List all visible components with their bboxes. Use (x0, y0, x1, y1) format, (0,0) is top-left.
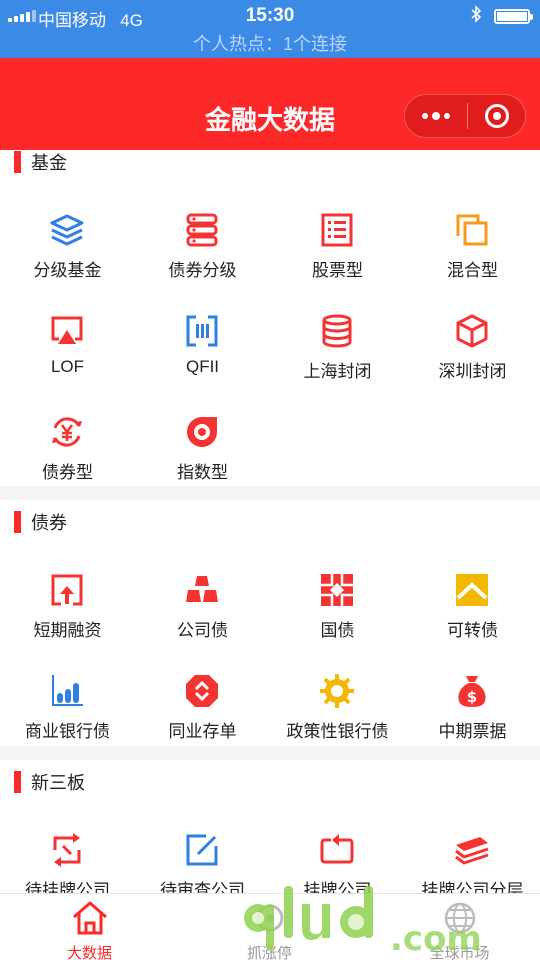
grid-item-label: 指数型 (177, 463, 228, 482)
grid-item-policy-bank-bond[interactable]: 政策性银行债 (270, 673, 405, 763)
upload-box-icon (51, 574, 83, 606)
grid-item-label: 挂牌公司 (303, 881, 372, 893)
grid-item-qfii[interactable]: QFII (135, 313, 270, 403)
globe-icon (444, 902, 476, 934)
section-marker (14, 151, 21, 173)
grid-item-interbank-cd[interactable]: 同业存单 (135, 673, 270, 763)
grid-item-listed-tiers[interactable]: 挂牌公司分层 (405, 832, 540, 893)
grid-item-label: 债券型 (42, 463, 93, 482)
yen-cycle-icon (52, 417, 82, 447)
grid-item-label: 国债 (320, 621, 355, 640)
close-miniprogram-icon[interactable] (468, 95, 525, 137)
bluetooth-icon (470, 5, 482, 28)
status-bar: 中国移动 4G 15:30 个人热点：1个连接 (0, 0, 540, 58)
grid-item-commercial-bank-bond[interactable]: 商业银行债 (0, 673, 135, 763)
tab-bar: 大数据 抓涨停 全球市场 (0, 893, 540, 960)
section-title: 债券 (31, 513, 67, 533)
windows-icon (456, 214, 488, 246)
edit-icon (186, 834, 218, 866)
grid-item-shanghai-closed[interactable]: 上海封闭 (270, 313, 405, 403)
grid-item-label: LOF (50, 357, 85, 376)
grid-item-label: 待挂牌公司 (25, 881, 110, 893)
home-icon (73, 901, 107, 935)
grid-item-label: QFII (185, 357, 220, 376)
disc-icon (187, 417, 217, 447)
grid-item-mixed[interactable]: 混合型 (405, 212, 540, 302)
barcode-icon (186, 315, 218, 347)
grid-item-label: 分级基金 (33, 261, 102, 280)
section-bond: 债券 短期融资 公司债 国债 可转债 商业银行债 同业存单 政策性银行债 $ 中… (0, 500, 540, 746)
grid-item-label: 深圳封闭 (438, 362, 507, 381)
miniprogram-capsule (404, 94, 526, 138)
grid-item-short-term-financing[interactable]: 短期融资 (0, 572, 135, 662)
grid-item-index[interactable]: 指数型 (135, 414, 270, 504)
bar-chart-icon (52, 675, 83, 706)
more-icon[interactable] (405, 95, 467, 137)
section-marker (14, 771, 21, 793)
grid-item-label: 股票型 (312, 261, 363, 280)
swap-arrows-icon (53, 833, 81, 867)
hotspot-banner[interactable]: 个人热点：1个连接 (0, 30, 540, 56)
grid-item-label: 债券分级 (168, 261, 237, 280)
grid-item-label: 混合型 (447, 261, 498, 280)
section-neeq: 新三板 待挂牌公司 待审查公司 挂牌公司 挂牌公司分层 (0, 760, 540, 893)
grid-item-label: 中期票据 (438, 722, 507, 741)
battery-icon (494, 9, 533, 24)
money-bag-icon: $ (458, 676, 486, 707)
screen-upload-icon (51, 316, 83, 344)
grid-item-bond-graded[interactable]: 债券分级 (135, 212, 270, 302)
grid-item-pending-review[interactable]: 待审查公司 (135, 832, 270, 893)
list-icon (321, 213, 353, 247)
grid-item-corporate-bond[interactable]: 公司债 (135, 572, 270, 662)
tab-label: 抓涨停 (246, 945, 292, 960)
grid-item-label: 政策性银行债 (286, 722, 389, 741)
stack-icon (455, 837, 489, 865)
tab-label: 全球市场 (429, 945, 490, 960)
tab-big-data[interactable]: 大数据 (22, 894, 157, 960)
grid-item-bond-type[interactable]: 债券型 (0, 414, 135, 504)
cube-icon (456, 314, 488, 348)
svg-text:$: $ (467, 688, 477, 706)
grid-item-label: 可转债 (447, 621, 498, 640)
grid-item-label: 商业银行债 (25, 722, 110, 741)
section-fund: 基金 分级基金 债券分级 股票型 混合型 LOF QFII 上海封闭 深圳封闭 … (0, 150, 540, 486)
grid-item-label: 同业存单 (168, 722, 237, 741)
section-title: 新三板 (31, 773, 85, 793)
grid-item-label: 上海封闭 (303, 362, 372, 381)
grid-item-shenzhen-closed[interactable]: 深圳封闭 (405, 313, 540, 403)
sun-gear-icon (320, 674, 354, 708)
section-marker (14, 511, 21, 533)
grid-item-convertible-bond[interactable]: 可转债 (405, 572, 540, 662)
layers-icon (50, 214, 84, 246)
section-header: 基金 (14, 151, 67, 173)
grid-item-label: 短期融资 (33, 621, 102, 640)
section-header: 新三板 (14, 771, 85, 793)
target-icon (256, 904, 284, 932)
grid-item-medium-term-notes[interactable]: $ 中期票据 (405, 673, 540, 763)
grid-item-lof[interactable]: LOF (0, 313, 135, 403)
grid-item-listed-companies[interactable]: 挂牌公司 (270, 832, 405, 893)
tab-limit-up[interactable]: 抓涨停 (202, 894, 337, 960)
grid-item-pending-listing[interactable]: 待挂牌公司 (0, 832, 135, 893)
refresh-box-icon (320, 834, 354, 864)
grid-item-label: 公司债 (177, 621, 228, 640)
chevron-up-icon (456, 574, 488, 606)
tab-global-market[interactable]: 全球市场 (392, 894, 527, 960)
red-cross-icon (321, 574, 353, 606)
server-icon (186, 213, 218, 247)
grid-item-fund-graded[interactable]: 分级基金 (0, 212, 135, 302)
grid-item-treasury-bond[interactable]: 国债 (270, 572, 405, 662)
nav-bar: 金融大数据 (0, 58, 540, 150)
grid-item-label: 挂牌公司分层 (421, 881, 524, 893)
grid-item-label: 待审查公司 (160, 881, 245, 893)
section-header: 债券 (14, 511, 67, 533)
tab-label: 大数据 (66, 945, 112, 960)
clock: 15:30 (245, 5, 295, 26)
database-icon (322, 314, 352, 348)
grid-item-stock[interactable]: 股票型 (270, 212, 405, 302)
octagon-icon (186, 675, 218, 707)
gold-bars-icon (186, 576, 218, 602)
section-title: 基金 (31, 153, 67, 173)
